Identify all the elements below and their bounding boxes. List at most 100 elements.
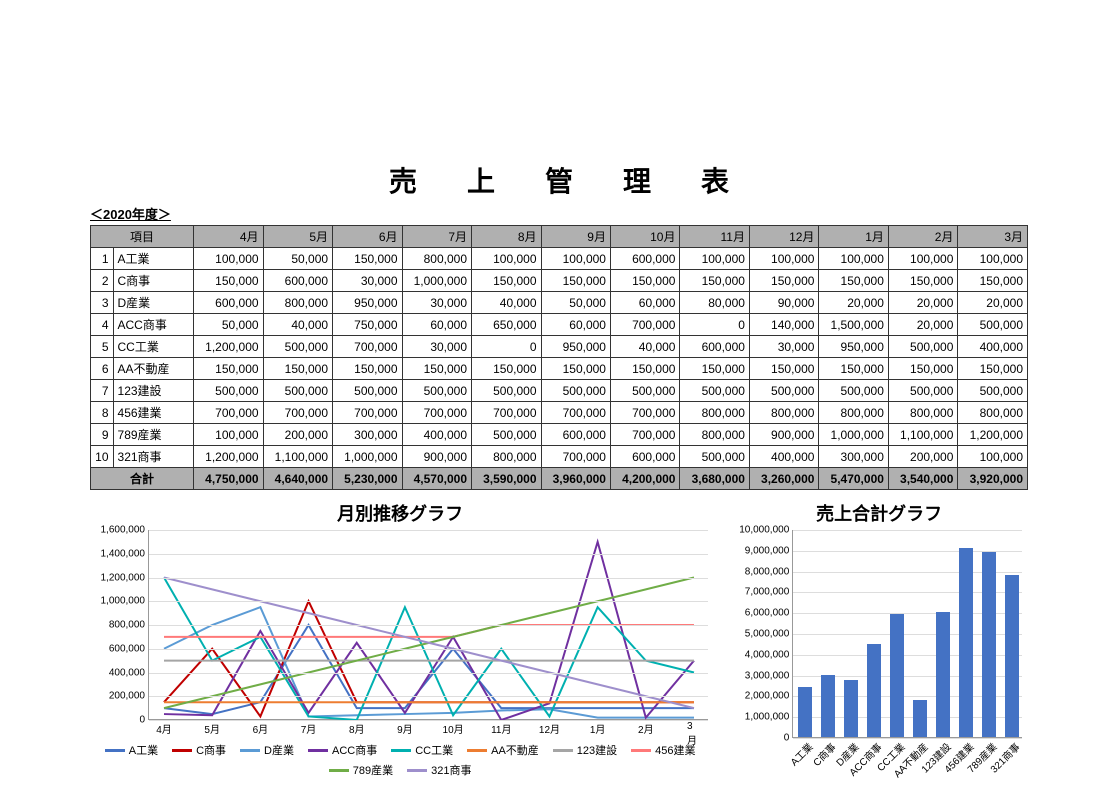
cell-value: 100,000: [541, 248, 610, 270]
row-num: 8: [91, 402, 114, 424]
cell-value: 500,000: [610, 380, 679, 402]
line-chart-title: 月別推移グラフ: [90, 500, 710, 526]
y-axis-label: 200,000: [109, 691, 149, 702]
total-cell: 3,540,000: [888, 468, 957, 490]
table-row: 2C商事150,000600,00030,0001,000,000150,000…: [91, 270, 1028, 292]
month-header: 6月: [333, 226, 402, 248]
cell-value: 1,100,000: [263, 446, 332, 468]
y-axis-label: 1,600,000: [101, 525, 150, 536]
cell-value: 1,200,000: [958, 424, 1028, 446]
table-row: 4ACC商事50,00040,000750,00060,000650,00060…: [91, 314, 1028, 336]
month-header: 5月: [263, 226, 332, 248]
cell-value: 700,000: [610, 424, 679, 446]
cell-value: 700,000: [610, 402, 679, 424]
cell-value: 400,000: [402, 424, 471, 446]
cell-value: 500,000: [888, 336, 957, 358]
month-header: 12月: [749, 226, 818, 248]
bar-chart: 売上合計グラフ 01,000,0002,000,0003,000,0004,00…: [730, 500, 1028, 778]
x-axis-label: 3月: [687, 719, 701, 747]
cell-value: 500,000: [194, 380, 263, 402]
x-axis-label: 4月: [156, 719, 172, 736]
cell-value: 500,000: [541, 380, 610, 402]
row-name: 789産業: [113, 424, 194, 446]
table-row: 10321商事1,200,0001,100,0001,000,000900,00…: [91, 446, 1028, 468]
cell-value: 100,000: [958, 248, 1028, 270]
bar-y-label: 7,000,000: [745, 587, 794, 598]
row-num: 2: [91, 270, 114, 292]
cell-value: 150,000: [680, 270, 749, 292]
cell-value: 500,000: [888, 380, 957, 402]
cell-value: 30,000: [749, 336, 818, 358]
bar: [982, 552, 996, 737]
cell-value: 150,000: [819, 358, 888, 380]
cell-value: 800,000: [819, 402, 888, 424]
cell-value: 0: [680, 314, 749, 336]
bar: [821, 675, 835, 737]
cell-value: 150,000: [888, 270, 957, 292]
legend-item: ACC商事: [308, 742, 377, 758]
cell-value: 800,000: [402, 248, 471, 270]
cell-value: 500,000: [958, 380, 1028, 402]
page-title: 売上管理表: [90, 160, 1028, 200]
cell-value: 950,000: [541, 336, 610, 358]
total-label: 合計: [91, 468, 194, 490]
month-header: 8月: [472, 226, 541, 248]
bar-y-label: 4,000,000: [745, 649, 794, 660]
cell-value: 700,000: [541, 402, 610, 424]
cell-value: 700,000: [333, 402, 402, 424]
cell-value: 20,000: [819, 292, 888, 314]
cell-value: 150,000: [541, 270, 610, 292]
row-name: C商事: [113, 270, 194, 292]
cell-value: 800,000: [472, 446, 541, 468]
row-num: 7: [91, 380, 114, 402]
cell-value: 30,000: [402, 292, 471, 314]
row-num: 1: [91, 248, 114, 270]
cell-value: 100,000: [958, 446, 1028, 468]
cell-value: 100,000: [680, 248, 749, 270]
row-num: 10: [91, 446, 114, 468]
cell-value: 140,000: [749, 314, 818, 336]
cell-value: 80,000: [680, 292, 749, 314]
legend-item: 123建設: [553, 742, 617, 758]
cell-value: 100,000: [888, 248, 957, 270]
y-axis-label: 800,000: [109, 620, 149, 631]
line-chart: 月別推移グラフ 0200,000400,000600,000800,0001,0…: [90, 500, 710, 778]
cell-value: 750,000: [333, 314, 402, 336]
row-name: ACC商事: [113, 314, 194, 336]
cell-value: 700,000: [402, 402, 471, 424]
cell-value: 1,000,000: [402, 270, 471, 292]
cell-value: 40,000: [472, 292, 541, 314]
cell-value: 150,000: [958, 358, 1028, 380]
cell-value: 700,000: [541, 446, 610, 468]
cell-value: 150,000: [263, 358, 332, 380]
cell-value: 950,000: [333, 292, 402, 314]
cell-value: 650,000: [472, 314, 541, 336]
bar: [867, 644, 881, 737]
cell-value: 50,000: [541, 292, 610, 314]
cell-value: 500,000: [402, 380, 471, 402]
cell-value: 950,000: [819, 336, 888, 358]
cell-value: 600,000: [680, 336, 749, 358]
row-num: 9: [91, 424, 114, 446]
y-axis-label: 400,000: [109, 667, 149, 678]
legend-item: 321商事: [407, 762, 471, 778]
cell-value: 800,000: [958, 402, 1028, 424]
table-row: 9789産業100,000200,000300,000400,000500,00…: [91, 424, 1028, 446]
x-axis-label: 11月: [491, 719, 511, 736]
cell-value: 0: [472, 336, 541, 358]
cell-value: 200,000: [888, 446, 957, 468]
bar-y-label: 9,000,000: [745, 545, 794, 556]
cell-value: 150,000: [819, 270, 888, 292]
cell-value: 500,000: [680, 446, 749, 468]
cell-value: 150,000: [958, 270, 1028, 292]
cell-value: 800,000: [680, 424, 749, 446]
table-row: 8456建業700,000700,000700,000700,000700,00…: [91, 402, 1028, 424]
cell-value: 500,000: [333, 380, 402, 402]
legend-item: C商事: [172, 742, 226, 758]
month-header: 9月: [541, 226, 610, 248]
legend-item: CC工業: [391, 742, 453, 758]
bar: [959, 548, 973, 737]
cell-value: 150,000: [610, 358, 679, 380]
row-num: 4: [91, 314, 114, 336]
cell-value: 1,000,000: [333, 446, 402, 468]
